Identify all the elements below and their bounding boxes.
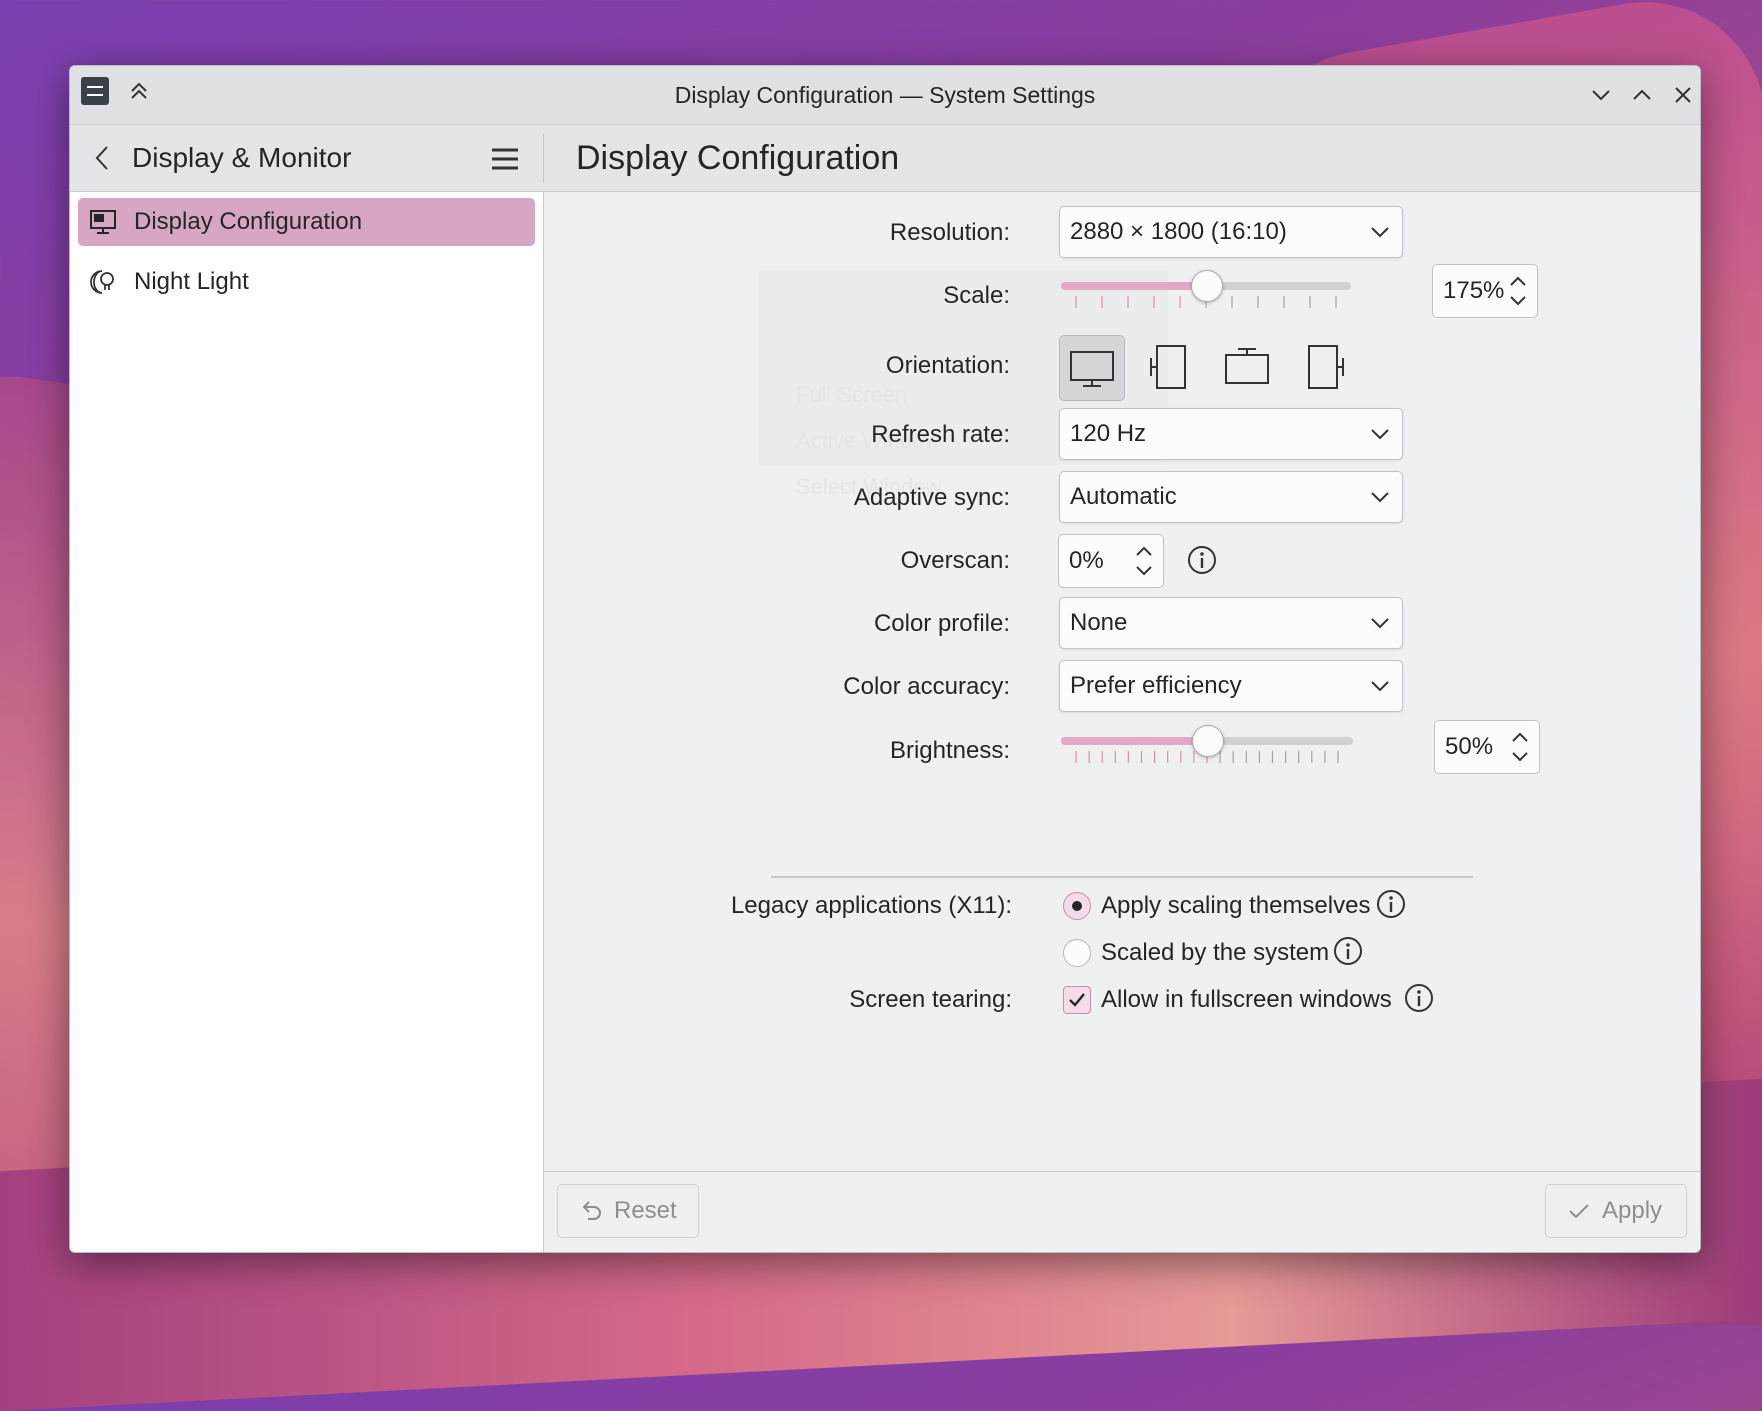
sidebar-item-label: Display Configuration	[134, 208, 363, 235]
legacy-scaled-by-system-label[interactable]: Scaled by the system	[1101, 939, 1329, 967]
info-icon[interactable]	[1333, 936, 1363, 966]
resolution-value: 2880 × 1800 (16:10)	[1070, 218, 1287, 245]
resolution-label: Resolution:	[889, 219, 1010, 246]
slider-fill	[1061, 282, 1206, 290]
footer-bar: Reset Apply	[544, 1171, 1700, 1252]
chevron-down-icon	[1368, 611, 1392, 635]
night-light-icon	[88, 267, 118, 297]
monitor-landscape-icon	[1070, 351, 1114, 387]
system-settings-window: Display Configuration — System Settings …	[69, 65, 1701, 1253]
overscan-value: 0%	[1069, 547, 1104, 574]
sidebar-item-night-light[interactable]: Night Light	[78, 258, 535, 306]
section-divider	[771, 876, 1473, 878]
adaptive-sync-label: Adaptive sync:	[853, 484, 1010, 511]
minimize-button[interactable]	[1586, 80, 1616, 110]
spin-arrows-icon[interactable]	[1507, 271, 1529, 311]
adaptive-sync-value: Automatic	[1070, 483, 1177, 510]
orientation-buttons	[1059, 335, 1359, 401]
apply-button[interactable]: Apply	[1545, 1184, 1687, 1238]
chevron-down-icon	[1368, 674, 1392, 698]
header-bar: Display & Monitor Display Configuration	[70, 125, 1700, 192]
back-button[interactable]	[86, 141, 120, 175]
legacy-apps-label: Legacy applications (X11):	[730, 892, 1012, 919]
page-title: Display Configuration	[576, 139, 900, 177]
orientation-portrait-right-button[interactable]	[1293, 335, 1357, 399]
spin-arrows-icon[interactable]	[1133, 541, 1155, 581]
info-icon[interactable]	[1376, 889, 1406, 919]
orientation-landscape-flipped-button[interactable]	[1215, 335, 1279, 399]
chevron-down-icon	[1368, 220, 1392, 244]
adaptive-sync-combo[interactable]: Automatic	[1059, 471, 1403, 523]
orientation-landscape-button[interactable]	[1059, 335, 1125, 401]
window-title: Display Configuration — System Settings	[674, 82, 1096, 108]
slider-fill	[1061, 737, 1207, 745]
refresh-rate-value: 120 Hz	[1070, 420, 1147, 447]
monitor-icon	[88, 207, 118, 237]
brightness-value: 50%	[1445, 733, 1494, 760]
sidebar-item-display-configuration[interactable]: Display Configuration	[78, 198, 535, 246]
header-separator	[543, 133, 544, 183]
settings-content: Full Screen Active Window Select Window …	[544, 192, 1700, 1252]
reset-label: Reset	[614, 1197, 677, 1224]
color-profile-value: None	[1070, 609, 1128, 636]
legacy-scaled-by-system-radio[interactable]	[1063, 939, 1091, 967]
brightness-slider[interactable]	[1061, 715, 1353, 765]
allow-tearing-label[interactable]: Allow in fullscreen windows	[1101, 986, 1392, 1014]
slider-handle[interactable]	[1192, 725, 1224, 757]
ghost-menu-item: Full Screen	[796, 382, 908, 407]
color-profile-combo[interactable]: None	[1059, 597, 1403, 649]
brightness-label: Brightness:	[889, 737, 1010, 764]
color-accuracy-combo[interactable]: Prefer efficiency	[1059, 660, 1403, 712]
monitor-flipped-icon	[1225, 348, 1269, 384]
reset-button[interactable]: Reset	[557, 1184, 699, 1238]
overscan-label: Overscan:	[900, 547, 1010, 574]
brightness-spinbox[interactable]: 50%	[1434, 720, 1540, 774]
title-bar: Display Configuration — System Settings	[70, 66, 1700, 125]
screen-tearing-label: Screen tearing:	[849, 986, 1012, 1013]
hamburger-menu-button[interactable]	[488, 142, 522, 176]
info-icon[interactable]	[1187, 545, 1217, 575]
orientation-label: Orientation:	[885, 352, 1010, 379]
scale-slider[interactable]	[1061, 260, 1351, 310]
checkmark-icon	[1566, 1198, 1592, 1224]
refresh-rate-combo[interactable]: 120 Hz	[1059, 408, 1403, 460]
monitor-portrait-left-icon	[1150, 345, 1186, 389]
category-title: Display & Monitor	[132, 142, 352, 173]
legacy-apply-scaling-label[interactable]: Apply scaling themselves	[1101, 892, 1370, 920]
legacy-apply-scaling-radio[interactable]	[1063, 892, 1091, 920]
chevron-down-icon	[1368, 422, 1392, 446]
sidebar-item-label: Night Light	[134, 268, 249, 295]
scale-value: 175%	[1443, 277, 1505, 304]
checkmark-icon	[1069, 993, 1085, 1007]
info-icon[interactable]	[1404, 983, 1434, 1013]
apply-label: Apply	[1602, 1197, 1663, 1224]
color-accuracy-value: Prefer efficiency	[1070, 672, 1242, 699]
resolution-combo[interactable]: 2880 × 1800 (16:10)	[1059, 206, 1403, 258]
chevron-down-icon	[1368, 485, 1392, 509]
slider-handle[interactable]	[1191, 270, 1223, 302]
orientation-portrait-left-button[interactable]	[1137, 335, 1201, 399]
monitor-portrait-right-icon	[1308, 345, 1344, 389]
undo-icon	[578, 1198, 604, 1224]
refresh-rate-label: Refresh rate:	[871, 421, 1010, 448]
allow-tearing-checkbox[interactable]	[1063, 986, 1091, 1014]
maximize-button[interactable]	[1627, 80, 1657, 110]
color-profile-label: Color profile:	[873, 610, 1010, 637]
scale-spinbox[interactable]: 175%	[1432, 264, 1538, 318]
spin-arrows-icon[interactable]	[1509, 727, 1531, 767]
sidebar: Display Configuration Night Light	[70, 192, 544, 1252]
overscan-spinbox[interactable]: 0%	[1058, 534, 1164, 588]
color-accuracy-label: Color accuracy:	[843, 673, 1010, 700]
close-button[interactable]	[1668, 80, 1698, 110]
scale-label: Scale:	[943, 282, 1010, 309]
